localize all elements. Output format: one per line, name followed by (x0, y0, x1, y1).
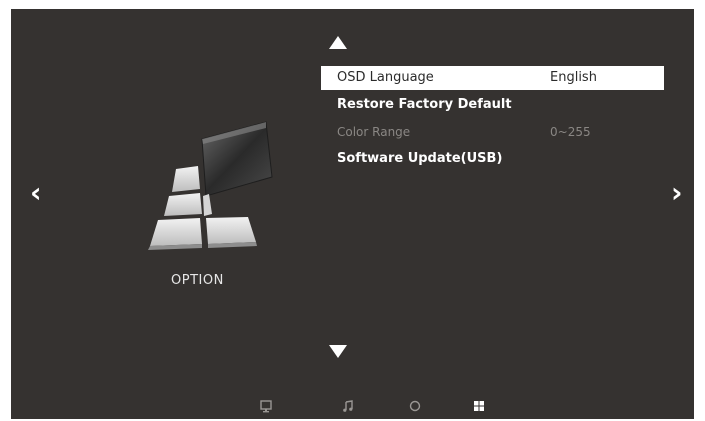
menu-item-restore-factory-default[interactable]: Restore Factory Default (321, 93, 664, 117)
menu-item-software-update[interactable]: Software Update(USB) (321, 147, 664, 171)
monitor-icon[interactable] (259, 399, 273, 413)
category-title: OPTION (171, 273, 224, 288)
scroll-up-arrow-icon[interactable] (329, 36, 347, 49)
option-menu: OSD Language English Restore Factory Def… (321, 66, 664, 174)
menu-item-label: OSD Language (337, 70, 434, 85)
menu-item-label: Restore Factory Default (337, 97, 512, 112)
circle-icon[interactable] (408, 399, 422, 413)
tv-osd-screen: ‹ › OPTION OSD Language English Restore … (11, 9, 694, 419)
menu-item-osd-language[interactable]: OSD Language English (321, 66, 664, 90)
category-bar (11, 391, 694, 419)
menu-item-color-range[interactable]: Color Range 0~255 (321, 120, 664, 144)
right-arrow-icon[interactable]: › (671, 179, 683, 207)
menu-item-value: English (550, 70, 597, 85)
menu-item-value: 0~255 (550, 125, 591, 139)
option-square-icon[interactable] (472, 399, 486, 413)
option-category-icon (148, 121, 273, 250)
scroll-down-arrow-icon[interactable] (329, 345, 347, 358)
music-note-icon[interactable] (341, 399, 355, 413)
menu-item-label: Color Range (337, 125, 411, 139)
left-arrow-icon[interactable]: ‹ (30, 179, 42, 207)
menu-item-label: Software Update(USB) (337, 151, 503, 166)
